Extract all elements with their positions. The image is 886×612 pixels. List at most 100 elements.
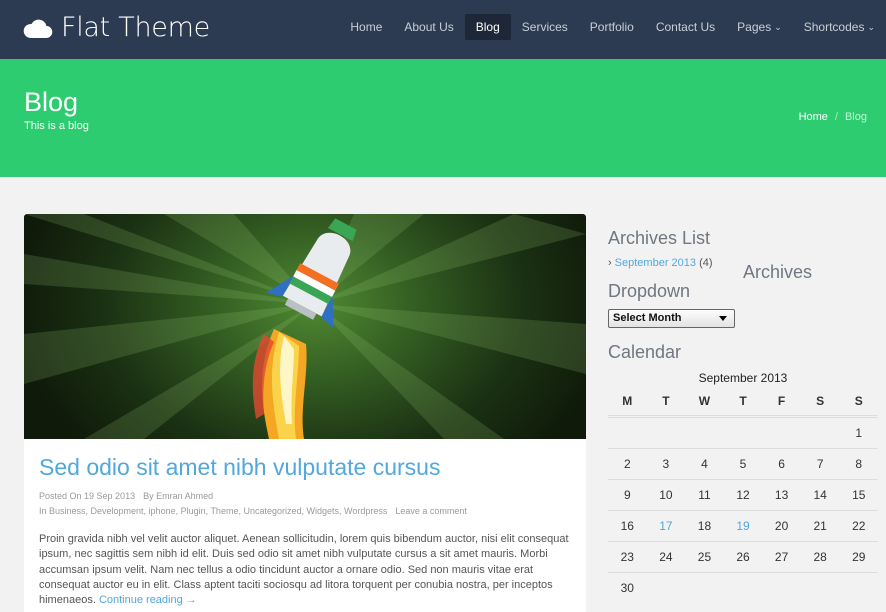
leave-comment-link[interactable]: Leave a comment: [395, 506, 467, 516]
weekday-label: S: [816, 394, 825, 408]
nav-label: Portfolio: [589, 20, 634, 34]
archive-month-select[interactable]: Select Month: [608, 309, 735, 328]
calendar-day: 12: [736, 488, 750, 502]
archives-heading: Archives: [743, 262, 813, 282]
dropdown-arrow-icon: [719, 316, 727, 321]
calendar-day: 7: [816, 457, 824, 471]
calendar-day: [839, 573, 878, 603]
post-date: Posted On 19 Sep 2013: [39, 491, 136, 501]
calendar-day: 13: [774, 488, 789, 502]
rocket-icon: [24, 214, 586, 439]
calendar-day: [685, 418, 724, 448]
weekday-label: M: [622, 394, 633, 408]
calendar-heading: Calendar: [608, 342, 682, 362]
nav-shortcodes[interactable]: Shortcodes ⌄: [793, 14, 886, 40]
nav-label: Home: [350, 20, 383, 34]
nav-label: Contact Us: [655, 20, 716, 34]
calendar-weekday-header: M T W T F S S: [608, 386, 878, 416]
calendar-caption: September 2013: [698, 371, 788, 385]
calendar-day: [801, 418, 840, 448]
weekday-label: S: [854, 394, 863, 408]
breadcrumb: Home / Blog: [799, 111, 867, 123]
post-categories[interactable]: In Business, Development, iphone, Plugin…: [39, 506, 387, 516]
nav-contact-us[interactable]: Contact Us: [645, 14, 726, 40]
calendar-day: 2: [623, 457, 631, 471]
archives-list-heading: Archives List: [608, 228, 711, 248]
nav-label: Pages: [737, 20, 772, 34]
calendar-day: [608, 418, 647, 448]
nav-blog[interactable]: Blog: [464, 14, 511, 40]
post-excerpt: Proin gravida nibh vel velit auctor aliq…: [39, 532, 574, 608]
calendar-day: [685, 573, 724, 603]
calendar-day: 4: [701, 457, 708, 471]
nav-label: About Us: [404, 20, 454, 34]
calendar-day: [801, 573, 840, 603]
blog-post: Sed odio sit amet nibh vulputate cursus …: [24, 214, 586, 612]
archive-count: (4): [699, 257, 713, 269]
calendar-week-row: 16 17 18 19 20 21 22: [608, 510, 878, 541]
weekday-label: T: [662, 394, 670, 408]
archives-list-item: › September 2013 (4): [608, 257, 713, 269]
calendar-day: 23: [620, 550, 634, 564]
post-author[interactable]: By Emran Ahmed: [143, 491, 213, 501]
page-title: Blog: [24, 87, 79, 117]
cloud-icon: [23, 16, 53, 40]
archive-link[interactable]: September 2013: [615, 257, 696, 269]
calendar-day: [724, 573, 763, 603]
calendar-day: 6: [778, 457, 785, 471]
nav-pages[interactable]: Pages ⌄: [726, 14, 793, 40]
calendar-day: 5: [739, 457, 747, 471]
calendar-week-row: 2 3 4 5 6 7 8: [608, 448, 878, 479]
post-featured-image[interactable]: [24, 214, 586, 439]
nav-label: Shortcodes: [803, 20, 865, 34]
nav-about-us[interactable]: About Us: [393, 14, 464, 40]
nav-home[interactable]: Home: [339, 14, 393, 40]
dropdown-heading: Dropdown: [608, 281, 691, 301]
site-header: Flat Theme Home About Us Blog Services P…: [0, 0, 886, 59]
calendar-day: [762, 418, 801, 448]
calendar-day: 24: [659, 550, 673, 564]
calendar-day: 30: [620, 581, 634, 595]
site-title: Flat Theme: [61, 12, 210, 43]
calendar-day: 18: [697, 519, 712, 533]
calendar-day: 27: [774, 550, 789, 564]
weekday-label: F: [777, 394, 786, 408]
breadcrumb-separator: /: [834, 111, 838, 123]
calendar-day: 9: [623, 488, 631, 502]
calendar-day: 14: [813, 488, 827, 502]
calendar-day: 8: [855, 457, 863, 471]
main-nav: Home About Us Blog Services Portfolio Co…: [339, 14, 886, 40]
breadcrumb-home[interactable]: Home: [799, 111, 828, 123]
calendar-week-row: 9 10 11 12 13 14 15: [608, 479, 878, 510]
calendar-day: 25: [697, 550, 712, 564]
weekday-label: W: [698, 394, 711, 408]
chevron-down-icon: ⌄: [867, 22, 875, 32]
calendar-day: 28: [813, 550, 827, 564]
chevron-right-icon: ›: [608, 257, 612, 269]
calendar-day: 10: [659, 488, 673, 502]
chevron-down-icon: ⌄: [774, 22, 782, 32]
calendar-day-link[interactable]: 19: [724, 511, 763, 541]
select-value: Select Month: [613, 312, 682, 324]
calendar-week-row: 30: [608, 572, 878, 603]
calendar-day: [724, 418, 763, 448]
calendar-day: 21: [813, 519, 827, 533]
calendar-day: 29: [852, 550, 866, 564]
calendar-day: 1: [855, 426, 863, 440]
calendar-day: 3: [662, 457, 670, 471]
calendar-day: 20: [774, 519, 789, 533]
breadcrumb-current: Blog: [844, 111, 867, 123]
calendar-day: 15: [852, 488, 866, 502]
site-logo[interactable]: Flat Theme: [23, 12, 210, 43]
page-banner: Blog This is a blog Home / Blog: [0, 59, 886, 177]
nav-services[interactable]: Services: [511, 14, 579, 40]
continue-reading-link[interactable]: Continue reading →: [99, 594, 197, 606]
post-title[interactable]: Sed odio sit amet nibh vulputate cursus: [39, 454, 440, 481]
calendar-day-link[interactable]: 17: [647, 511, 686, 541]
calendar-day: [762, 573, 801, 603]
calendar-day: 22: [852, 519, 866, 533]
calendar-day: [647, 418, 686, 448]
post-categories-row: In Business, Development, iphone, Plugin…: [39, 506, 467, 516]
weekday-label: T: [739, 394, 747, 408]
nav-portfolio[interactable]: Portfolio: [579, 14, 645, 40]
